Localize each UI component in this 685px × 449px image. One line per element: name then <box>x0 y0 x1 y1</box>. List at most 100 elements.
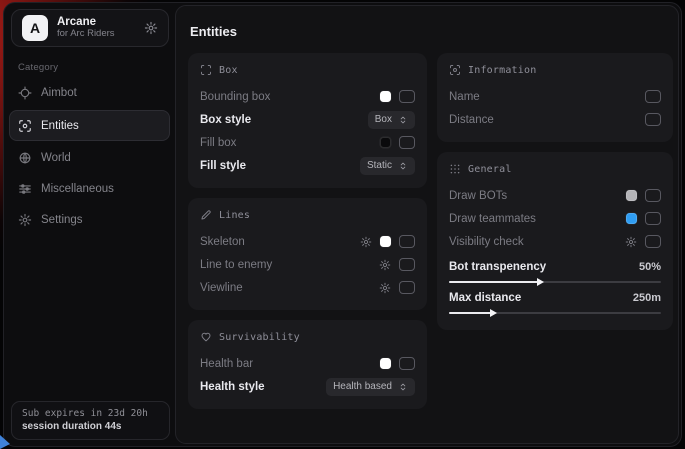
row-controls: Health based <box>326 378 415 396</box>
gear-icon[interactable] <box>144 21 158 35</box>
row-label: Fill style <box>200 160 246 172</box>
slider-row-bot-transpenency: Bot transpenency 50% <box>449 259 661 283</box>
row-label: Visibility check <box>449 236 524 248</box>
row-controls <box>380 357 415 370</box>
color-swatch[interactable] <box>626 190 637 201</box>
card-header: General <box>449 163 661 175</box>
color-swatch[interactable] <box>380 137 391 148</box>
dropdown-value: Static <box>367 160 392 171</box>
row-controls <box>379 281 415 294</box>
sidebar-item-world[interactable]: World <box>9 143 170 173</box>
slider[interactable] <box>449 312 661 314</box>
category-label: Category <box>18 62 175 73</box>
row-controls <box>380 90 415 103</box>
row-controls <box>625 235 661 248</box>
row-label: Name <box>449 91 480 103</box>
row-controls <box>379 258 415 271</box>
checkbox[interactable] <box>645 235 661 248</box>
dropdown[interactable]: Static <box>360 157 415 175</box>
color-swatch[interactable] <box>626 213 637 224</box>
main-panel: Entities Box Bounding box Box style Box Fill… <box>175 5 679 444</box>
sidebar-item-entities[interactable]: Entities <box>9 110 170 141</box>
gear-icon <box>18 213 32 227</box>
slider-row-max-distance: Max distance250m <box>449 290 661 314</box>
row-label: Bot transpenency <box>449 261 546 273</box>
setting-row-skeleton: Skeleton <box>200 231 415 252</box>
card-header: Information <box>449 64 661 76</box>
row-label: Box style <box>200 114 251 126</box>
row-controls <box>360 235 415 248</box>
checkbox[interactable] <box>645 212 661 225</box>
chevrons-up-down-icon <box>398 115 408 125</box>
card-survivability: SurvivabilityHealth barHealth styleHealt… <box>188 320 427 409</box>
sidebar-item-label: World <box>41 152 71 164</box>
left-column: Box Bounding box Box style Box Fill box Fill … <box>188 53 427 419</box>
slider-value: 50% <box>639 261 661 273</box>
mouse-cursor <box>0 433 12 449</box>
sidebar-nav: Aimbot Entities World Miscellaneous Settings <box>4 78 175 235</box>
app-subtitle: for Arc Riders <box>57 29 135 40</box>
setting-row-draw-bots: Draw BOTs <box>449 185 661 206</box>
app-window: A Arcane for Arc Riders Category AimbotE… <box>3 2 682 447</box>
row-settings-gear-icon[interactable] <box>625 236 637 248</box>
heart-pulse-icon <box>200 331 212 343</box>
session-duration-text: session duration 44s <box>22 421 159 432</box>
color-swatch[interactable] <box>380 91 391 102</box>
row-controls: Static <box>360 157 415 175</box>
sidebar-item-label: Aimbot <box>41 87 77 99</box>
sidebar-item-miscellaneous[interactable]: Miscellaneous <box>9 174 170 204</box>
row-controls <box>645 90 661 103</box>
checkbox[interactable] <box>399 357 415 370</box>
setting-row-viewline: Viewline <box>200 277 415 298</box>
card-title: General <box>468 164 512 175</box>
scan-icon <box>200 64 212 76</box>
card-title: Information <box>468 65 536 76</box>
row-controls <box>626 212 661 225</box>
slider[interactable] <box>449 281 661 283</box>
color-swatch[interactable] <box>380 358 391 369</box>
dropdown-value: Box <box>375 114 392 125</box>
scan-eye-icon <box>18 119 32 133</box>
right-column: InformationNameDistanceGeneralDraw BOTsD… <box>437 53 673 340</box>
sidebar-item-label: Settings <box>41 214 83 226</box>
sidebar-item-aimbot[interactable]: Aimbot <box>9 78 170 108</box>
checkbox[interactable] <box>399 235 415 248</box>
sidebar-item-label: Miscellaneous <box>41 183 114 195</box>
row-controls <box>380 136 415 149</box>
color-swatch[interactable] <box>380 236 391 247</box>
row-settings-gear-icon[interactable] <box>360 236 372 248</box>
card-information: InformationNameDistance <box>437 53 673 142</box>
card-title: Survivability <box>219 332 300 343</box>
setting-row-visibility-check: Visibility check <box>449 231 661 252</box>
card-title: Box <box>219 65 238 76</box>
checkbox[interactable] <box>645 90 661 103</box>
card-general: GeneralDraw BOTsDraw teammatesVisibility… <box>437 152 673 330</box>
dropdown[interactable]: Box <box>368 111 415 129</box>
checkbox[interactable] <box>399 281 415 294</box>
checkbox[interactable] <box>399 90 415 103</box>
sidebar-item-settings[interactable]: Settings <box>9 205 170 235</box>
row-settings-gear-icon[interactable] <box>379 259 391 271</box>
row-label: Health style <box>200 381 265 393</box>
row-settings-gear-icon[interactable] <box>379 282 391 294</box>
card-lines: LinesSkeletonLine to enemyViewline <box>188 198 427 310</box>
checkbox[interactable] <box>645 189 661 202</box>
page-title: Entities <box>190 24 666 39</box>
dropdown[interactable]: Health based <box>326 378 415 396</box>
checkbox[interactable] <box>645 113 661 126</box>
row-label: Bounding box <box>200 91 270 103</box>
slider-value: 250m <box>633 292 661 304</box>
chevrons-up-down-icon <box>398 382 408 392</box>
sub-expiry-text: Sub expires in 23d 20h <box>22 408 159 419</box>
row-label: Line to enemy <box>200 259 272 271</box>
sliders-icon <box>18 182 32 196</box>
globe-icon <box>18 151 32 165</box>
setting-row-box-style: Box style Box <box>200 109 415 130</box>
card-box: Box Bounding box Box style Box Fill box Fill … <box>188 53 427 188</box>
crosshair-icon <box>18 86 32 100</box>
setting-row-bounding-box: Bounding box <box>200 86 415 107</box>
checkbox[interactable] <box>399 258 415 271</box>
checkbox[interactable] <box>399 136 415 149</box>
row-controls <box>645 113 661 126</box>
row-label: Fill box <box>200 137 236 149</box>
